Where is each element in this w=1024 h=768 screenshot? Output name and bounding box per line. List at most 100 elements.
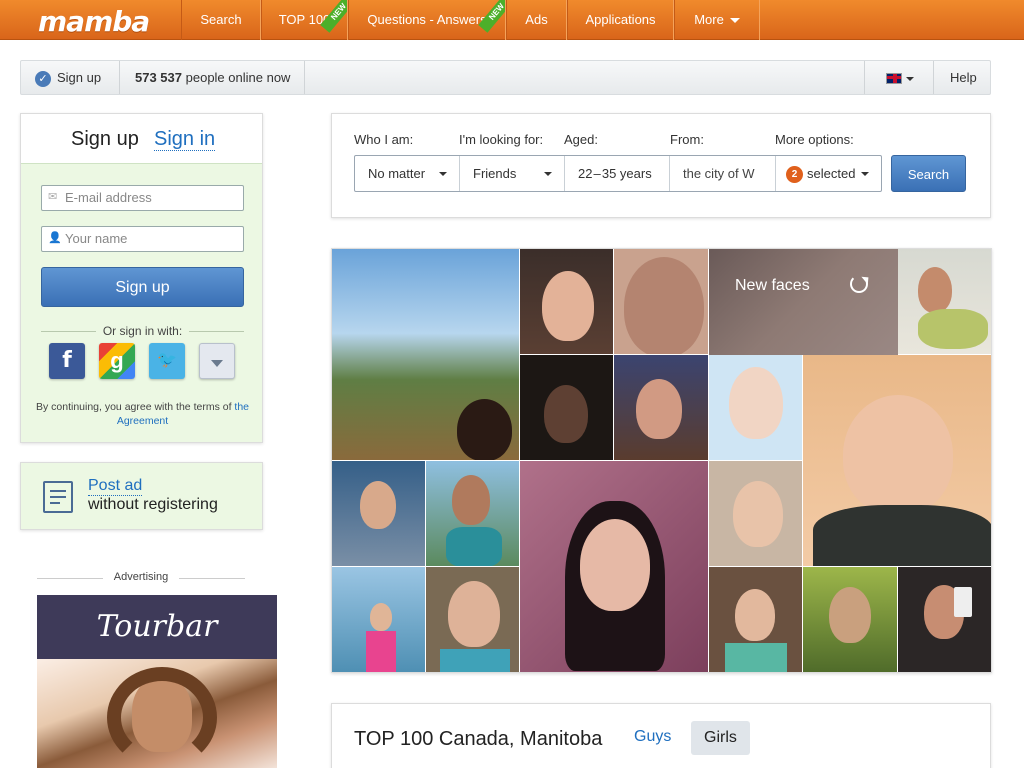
more-social-button[interactable] (199, 343, 235, 379)
refresh-icon[interactable] (850, 275, 868, 293)
signup-link[interactable]: ✓ Sign up (35, 61, 101, 94)
nav-label: Ads (525, 12, 548, 27)
nav-more[interactable]: More (674, 0, 760, 40)
chevron-down-icon (439, 172, 447, 176)
label-from: From: (670, 132, 704, 147)
signup-button[interactable]: Sign up (41, 267, 244, 307)
face (624, 257, 704, 354)
terms-prefix: By continuing, you agree with the terms … (35, 401, 232, 413)
nav-top100[interactable]: TOP 100 NEW (261, 0, 348, 40)
top100-title: TOP 100 Canada, Manitoba (354, 728, 603, 750)
tab-guys[interactable]: Guys (634, 728, 671, 746)
language-selector[interactable] (886, 61, 914, 94)
tab-signup[interactable]: Sign up (71, 128, 139, 151)
tab-girls[interactable]: Girls (691, 721, 750, 755)
name-field[interactable]: 👤 Your name (41, 226, 244, 252)
signup-tabs: Sign up Sign in (21, 114, 262, 164)
search-button[interactable]: Search (891, 155, 966, 192)
email-placeholder: E-mail address (65, 190, 152, 205)
divider (864, 61, 865, 94)
top100-panel: TOP 100 Canada, Manitoba Guys Girls (331, 703, 991, 768)
help-link[interactable]: Help (950, 61, 977, 94)
label-more: More options: (775, 132, 854, 147)
new-faces-title: New faces (735, 277, 810, 294)
face (448, 581, 500, 647)
face (636, 379, 682, 439)
google-icon[interactable]: g (99, 343, 135, 379)
profile-photo[interactable] (332, 461, 426, 567)
face (918, 267, 952, 313)
nav-questions-answers[interactable]: Questions - Answers NEW (348, 0, 506, 40)
profile-photo[interactable] (520, 355, 614, 461)
profile-photo[interactable] (709, 567, 803, 672)
who-select[interactable]: No matter (355, 156, 460, 191)
profile-photo[interactable] (709, 461, 803, 567)
user-icon: 👤 (48, 232, 62, 244)
ad-banner[interactable]: Tourbar (37, 595, 277, 768)
looking-value: Friends (473, 166, 517, 181)
nav-label: Search (200, 12, 242, 27)
facebook-icon[interactable]: f (49, 343, 85, 379)
profile-photo[interactable] (426, 567, 520, 672)
nav-search[interactable]: Search (181, 0, 261, 40)
name-placeholder: Your name (65, 231, 128, 246)
chevron-down-icon (544, 172, 552, 176)
nav-label: More (694, 12, 724, 27)
post-ad-subtitle: without registering (88, 496, 218, 513)
logo[interactable]: mamba (38, 5, 150, 38)
ad-brand: Tourbar (37, 595, 277, 659)
post-ad-link[interactable]: Post ad (88, 477, 143, 496)
tab-signin[interactable]: Sign in (154, 128, 216, 151)
face (733, 481, 783, 547)
profile-photo[interactable] (898, 567, 991, 672)
divider (933, 61, 934, 94)
count-badge: 2 (786, 166, 803, 184)
face (729, 367, 783, 439)
face (542, 271, 594, 341)
nav-label: Questions - Answers (367, 12, 487, 27)
profile-photo[interactable] (614, 355, 709, 461)
online-text: people online now (185, 70, 291, 85)
face (457, 399, 512, 460)
face (370, 603, 392, 631)
looking-select[interactable]: Friends (460, 156, 565, 191)
email-field[interactable]: ✉ E-mail address (41, 185, 244, 211)
nav-ads[interactable]: Ads (506, 0, 567, 40)
face (580, 519, 650, 611)
twitter-icon[interactable]: 🐦 (149, 343, 185, 379)
profile-photo[interactable] (898, 249, 991, 355)
profile-photo[interactable] (520, 249, 614, 355)
face (360, 481, 396, 529)
label-looking: I'm looking for: (459, 132, 544, 147)
signup-link-label: Sign up (57, 70, 102, 85)
new-faces-grid: New faces (331, 248, 992, 673)
profile-photo[interactable] (332, 567, 426, 672)
face (829, 587, 871, 643)
profile-photo[interactable] (614, 249, 709, 355)
online-count: 573 537 (135, 70, 182, 85)
profile-photo[interactable] (520, 461, 709, 672)
location-input[interactable]: the city of W (670, 156, 776, 191)
profile-photo[interactable] (803, 567, 898, 672)
label-who: Who I am: (354, 132, 414, 147)
ad-photo (37, 659, 277, 768)
age-value: 22 – 35 years (578, 166, 652, 181)
advertising-label: Advertising (37, 571, 245, 583)
new-faces-header: New faces (709, 249, 898, 355)
label-aged: Aged: (564, 132, 598, 147)
face (452, 475, 490, 525)
divider (119, 61, 120, 94)
more-value: selected (807, 166, 856, 181)
age-range[interactable]: 22 – 35 years (565, 156, 670, 191)
online-counter: 573 537 people online now (135, 61, 290, 94)
profile-photo[interactable] (803, 355, 991, 567)
document-icon (43, 481, 73, 513)
nav-label: Applications (585, 12, 656, 27)
top-nav: mamba Search TOP 100 NEW Questions - Answ… (0, 0, 1024, 40)
profile-photo[interactable] (426, 461, 520, 567)
nav-applications[interactable]: Applications (567, 0, 674, 40)
profile-photo[interactable] (332, 249, 520, 461)
more-options-select[interactable]: 2 selected (776, 156, 881, 191)
envelope-icon: ✉ (48, 191, 58, 203)
profile-photo[interactable] (709, 355, 803, 461)
